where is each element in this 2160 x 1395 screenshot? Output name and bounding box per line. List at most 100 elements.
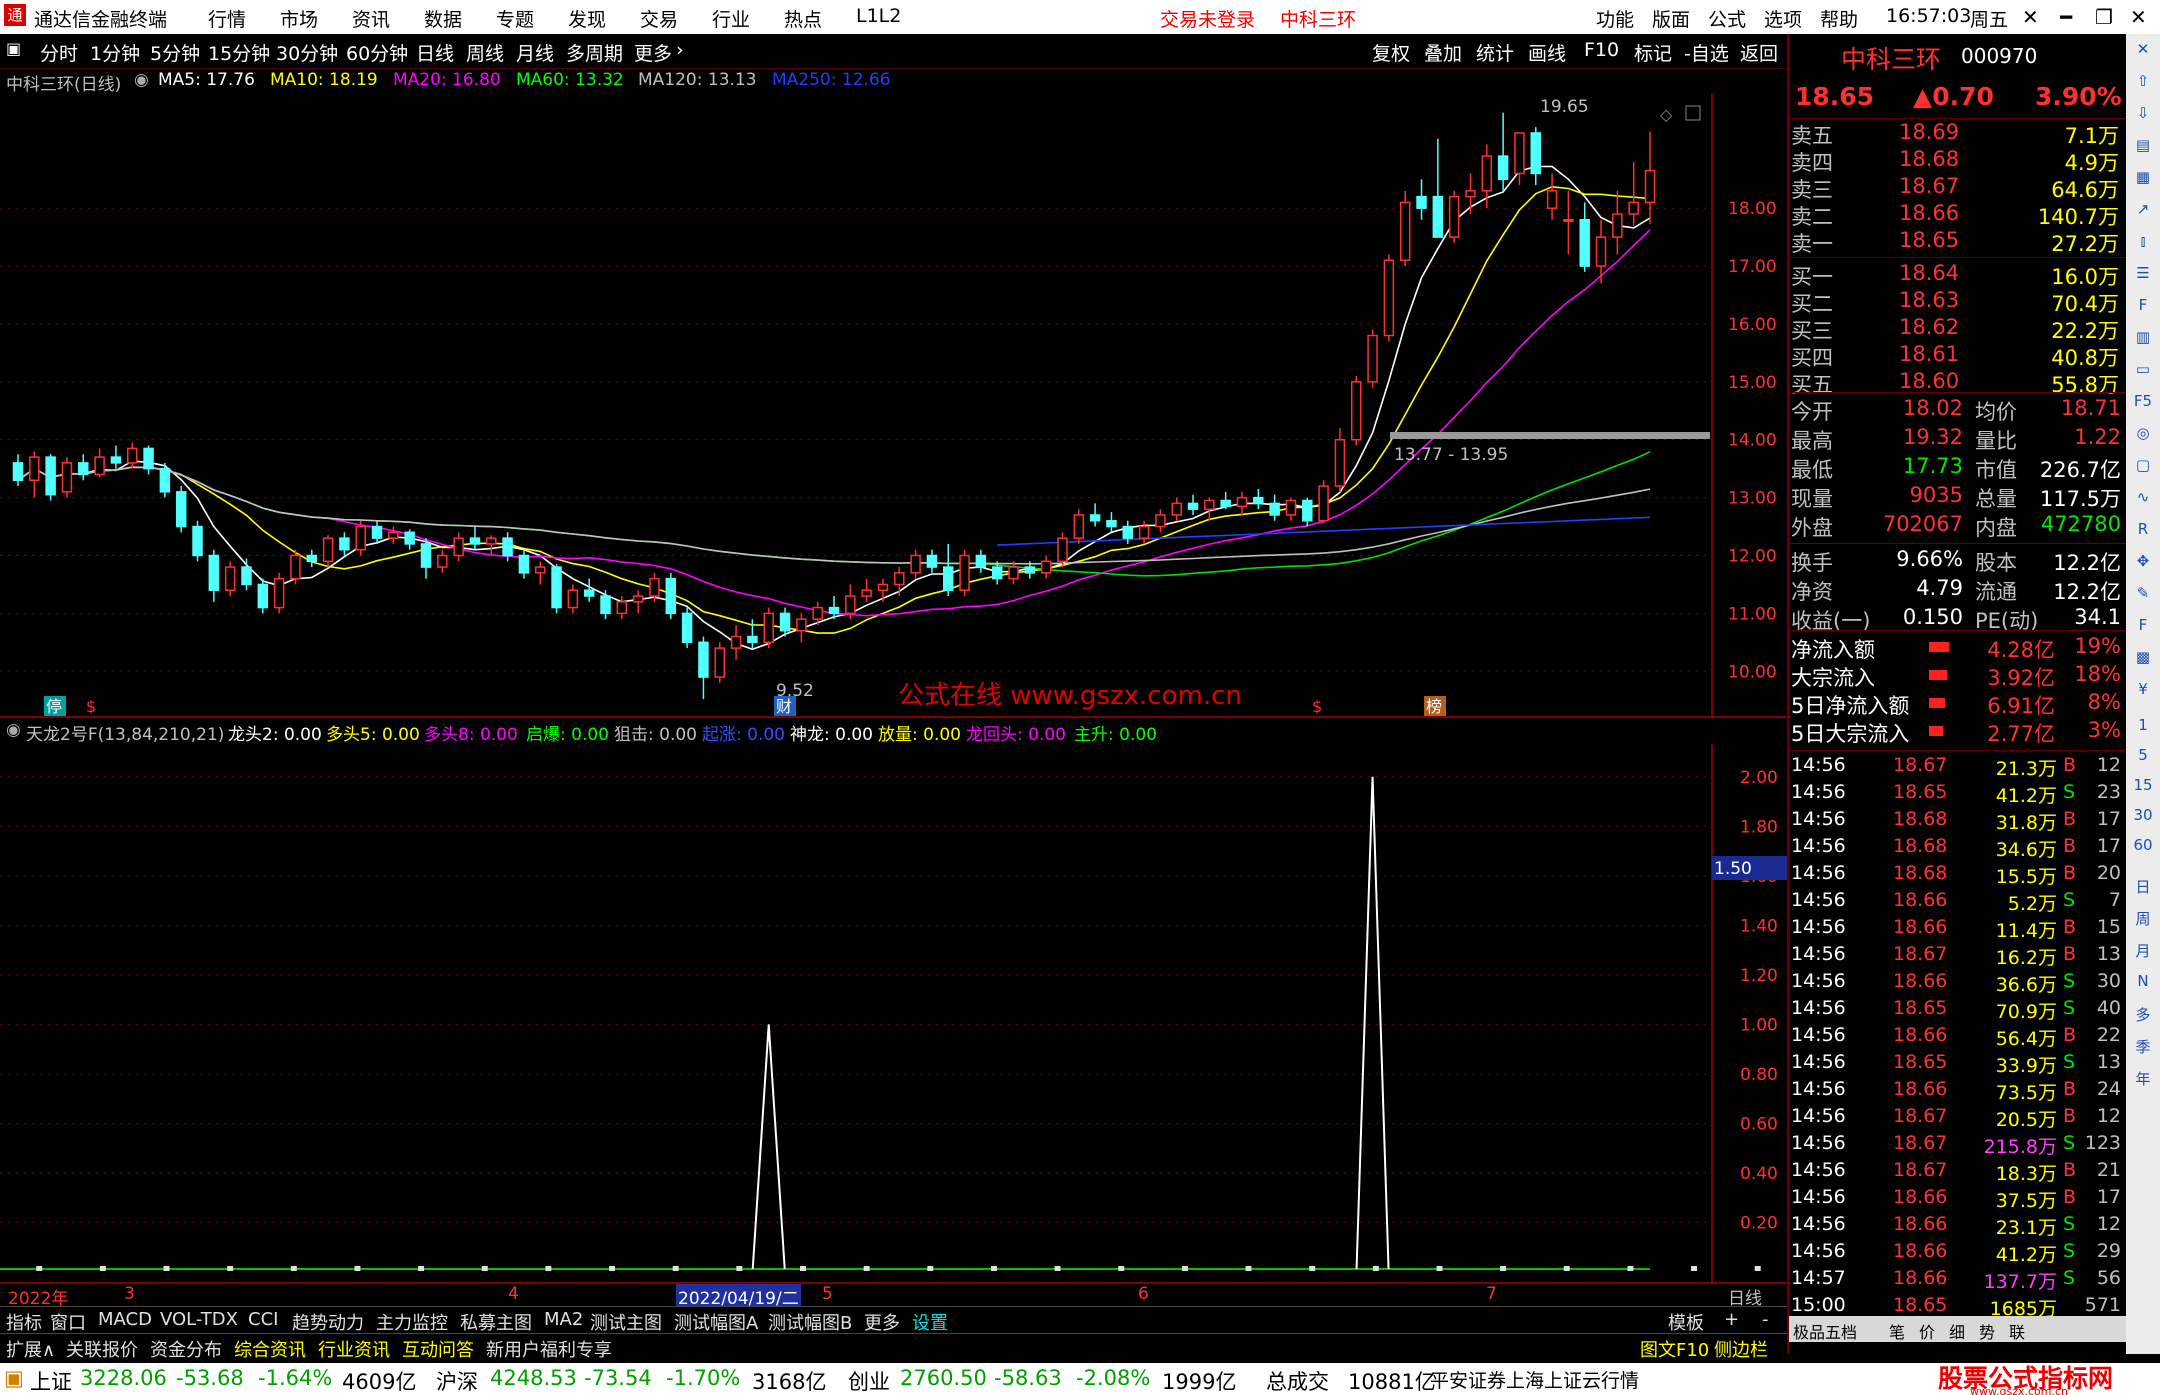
quote-tab[interactable]: 细 [1949,1319,1965,1343]
info-tab[interactable]: 综合资讯 [234,1336,306,1362]
info-tab[interactable]: 新用户福利专享 [486,1336,612,1362]
arrow-down-icon[interactable]: ⇩ [2130,104,2156,122]
period-icon[interactable]: 60 [2130,836,2156,854]
login-status[interactable]: 交易未登录 [1160,5,1255,32]
table-icon[interactable]: ▦ [2130,168,2156,186]
indicator-tab[interactable]: CCI [248,1309,278,1330]
action-button[interactable]: 标记 [1634,39,1672,66]
menu-item[interactable]: 数据 [424,5,462,32]
info-tab[interactable]: 扩展∧ [6,1336,55,1362]
diamond-icon[interactable]: ◇ [1660,105,1673,124]
index-name[interactable]: 创业 [848,1366,890,1395]
doc-icon[interactable]: ▭ [2130,360,2156,378]
action-button[interactable]: 画线 [1528,39,1566,66]
candle-icon[interactable]: ⫾ [2130,232,2156,250]
rsi-icon[interactable]: R [2130,520,2156,538]
close-panel-icon[interactable]: ✕ [2130,40,2156,58]
order-row[interactable]: 卖一 18.65 27.2万 [1789,228,2127,256]
indicator-tab[interactable]: VOL-TDX [160,1309,238,1330]
info-tab[interactable]: 资金分布 [150,1336,222,1362]
action-button[interactable]: 复权 [1372,39,1410,66]
action-button[interactable]: 返回 [1740,39,1778,66]
period-icon[interactable]: 月 [2130,940,2156,961]
action-button[interactable]: 叠加 [1424,39,1462,66]
index-name[interactable]: 沪深 [436,1366,478,1395]
indicator-tab[interactable]: 主力监控 [376,1309,448,1335]
sidebar-tab[interactable]: 侧边栏 [1714,1336,1768,1362]
indicator-tab[interactable]: MA2 [544,1309,583,1330]
close-icon[interactable]: ✕ [2022,5,2039,29]
list-icon[interactable]: ☰ [2130,264,2156,282]
remove-button[interactable]: - [1762,1309,1769,1330]
order-row[interactable]: 买二 18.63 70.4万 [1789,288,2127,316]
period-tab[interactable]: 多周期 [566,39,623,66]
order-row[interactable]: 卖四 18.68 4.9万 [1789,147,2127,175]
order-row[interactable]: 卖二 18.66 140.7万 [1789,201,2127,229]
order-row[interactable]: 买三 18.62 22.2万 [1789,315,2127,343]
window-close-icon[interactable]: ✕ [2130,5,2147,29]
menu-item-right[interactable]: 版面 [1652,5,1690,32]
period-tab[interactable]: 30分钟 [276,39,338,66]
index-name[interactable]: 上证 [30,1366,72,1395]
period-tab[interactable]: 1分钟 [90,39,140,66]
pen-icon[interactable]: ✎ [2130,584,2156,602]
info-tab[interactable]: 互动问答 [402,1336,474,1362]
cycle-icon[interactable]: ◎ [2130,424,2156,442]
info-tab[interactable]: 行业资讯 [318,1336,390,1362]
f10-tab[interactable]: 图文F10 [1640,1336,1709,1362]
period-icon[interactable]: N [2130,972,2156,990]
period-tab[interactable]: 月线 [516,39,554,66]
order-row[interactable]: 买四 18.61 40.8万 [1789,342,2127,370]
calc-icon[interactable]: ▩ [2130,648,2156,666]
menu-item[interactable]: 交易 [640,5,678,32]
settings-icon[interactable]: ◉ [134,70,149,90]
quote-tab[interactable]: 联 [2009,1319,2025,1343]
period-tab-active[interactable]: 日线 [416,39,454,66]
action-button[interactable]: 统计 [1476,39,1514,66]
quote-tab[interactable]: 势 [1979,1319,1995,1343]
trend-icon[interactable]: ↗ [2130,200,2156,218]
period-icon[interactable]: 季 [2130,1036,2156,1057]
indicator-tab[interactable]: 私募主图 [460,1309,532,1335]
panel-toggle-icon[interactable]: ▣ [6,39,21,58]
menu-item-right[interactable]: 帮助 [1820,5,1858,32]
chart-icon[interactable]: ▤ [2130,136,2156,154]
indicator-tab[interactable]: 测试幅图B [768,1309,852,1335]
more-chevron-icon[interactable]: › [676,39,684,61]
menu-item-right[interactable]: 功能 [1596,5,1634,32]
info-tab[interactable]: 关联报价 [66,1336,138,1362]
order-row[interactable]: 卖五 18.69 7.1万 [1789,120,2127,148]
quote-tab[interactable]: 价 [1919,1319,1935,1343]
indicator-tab[interactable]: MACD [98,1309,152,1330]
grid-icon[interactable]: ▥ [2130,328,2156,346]
menu-item[interactable]: 发现 [568,5,606,32]
menu-item-right[interactable]: 公式 [1708,5,1746,32]
indicator-chart[interactable]: 2.001.801.601.401.201.000.800.600.400.20… [0,744,1787,1284]
action-button[interactable]: -自选 [1684,39,1729,66]
period-icon[interactable]: 日 [2130,876,2156,897]
menu-item[interactable]: 行情 [208,5,246,32]
quote-tab[interactable]: 极品五档 [1793,1319,1857,1343]
box-icon[interactable]: ▢ [2130,456,2156,474]
add-button[interactable]: + [1724,1309,1739,1330]
move-icon[interactable]: ✥ [2130,552,2156,570]
status-icon[interactable]: ▣ [4,1366,24,1390]
period-icon[interactable]: 周 [2130,908,2156,929]
menu-item[interactable]: 行业 [712,5,750,32]
period-icon[interactable]: 15 [2130,776,2156,794]
arrow-up-icon[interactable]: ⇧ [2130,72,2156,90]
minimize-icon[interactable]: ━ [2060,5,2072,29]
menu-item-right[interactable]: 选项 [1764,5,1802,32]
money-icon[interactable]: ¥ [2130,680,2156,698]
order-row[interactable]: 买一 18.64 16.0万 [1789,261,2127,289]
indicator-tab-settings[interactable]: 设置 [912,1309,948,1335]
indicator-settings-icon[interactable]: ◉ [6,720,21,740]
period-icon[interactable]: 多 [2130,1004,2156,1025]
period-icon[interactable]: 30 [2130,806,2156,824]
period-icon[interactable]: 年 [2130,1068,2156,1089]
period-tab[interactable]: 周线 [466,39,504,66]
fs-icon[interactable]: F [2130,616,2156,634]
period-tab[interactable]: 更多 [634,39,672,66]
restore-icon[interactable]: ❐ [2095,5,2113,29]
f10-icon[interactable]: F [2130,296,2156,314]
